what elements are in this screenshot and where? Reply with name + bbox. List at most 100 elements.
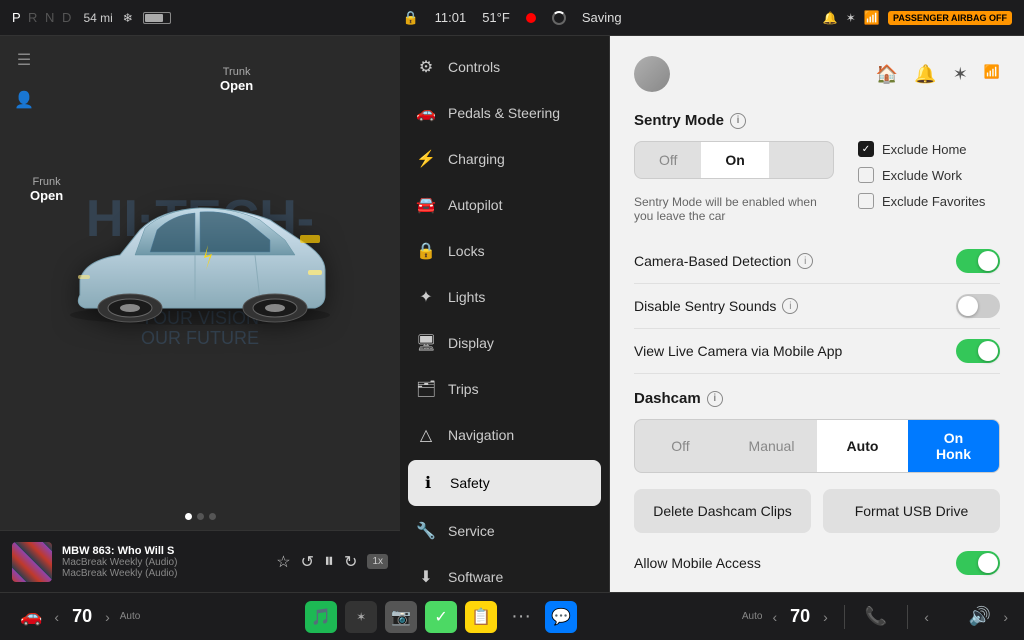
taskbar-left: 🚗 ‹ 70 › Auto <box>16 602 140 631</box>
nav-pedals-label: Pedals & Steering <box>448 105 560 121</box>
messages-app[interactable]: 💬 <box>545 601 577 633</box>
trunk-label: Trunk Open <box>220 66 253 93</box>
profile-avatar[interactable] <box>634 56 670 92</box>
sentry-exclusions: ✓ Exclude Home Exclude Work Exclude Favo… <box>858 141 985 209</box>
bluetooth-app[interactable]: ✶ <box>345 601 377 633</box>
sounds-info-icon[interactable]: i <box>782 298 798 314</box>
sentry-off-btn[interactable]: Off <box>635 142 701 178</box>
play-pause-button[interactable]: ⏸ <box>324 550 334 573</box>
profile-row: 🏠 🔔 ✶ 📶 <box>634 56 1000 92</box>
dashcam-auto-btn[interactable]: Auto <box>817 420 908 472</box>
track-artist: MacBreak Weekly (Audio) <box>62 557 266 568</box>
camera-app[interactable]: 📷 <box>385 601 417 633</box>
camera-info-icon[interactable]: i <box>797 253 813 269</box>
speed-right-down[interactable]: ‹ <box>772 609 777 625</box>
exclude-work-checkbox[interactable] <box>858 167 874 183</box>
speed-left-down[interactable]: ‹ <box>54 609 59 625</box>
phone-icon[interactable]: 📞 <box>861 602 891 631</box>
bluetooth-profile-icon[interactable]: ✶ <box>953 64 968 85</box>
lte-signal: 📶 <box>984 64 1000 85</box>
speed-badge[interactable]: 1x <box>367 554 388 569</box>
volume-up[interactable]: › <box>1003 609 1008 625</box>
nav-locks[interactable]: 🔒 Locks <box>400 228 609 274</box>
sentry-sounds-label: Disable Sentry Sounds i <box>634 298 798 314</box>
nav-navigation[interactable]: △ Navigation <box>400 412 609 458</box>
sentry-info-icon[interactable]: i <box>730 113 746 129</box>
nav-service[interactable]: 🔧 Service <box>400 508 609 554</box>
nav-trips-label: Trips <box>448 381 479 397</box>
dashcam-off-btn[interactable]: Off <box>635 420 726 472</box>
status-bar: P R N D 54 mi ❄ 🔒 11:01 51°F Saving 🔔 ✶ … <box>0 0 1024 36</box>
volume-icon[interactable]: 🔊 <box>965 602 995 631</box>
fast-forward-button[interactable]: ↻ <box>344 552 357 572</box>
nav-charging[interactable]: ⚡ Charging <box>400 136 609 182</box>
exclude-home-checkbox[interactable]: ✓ <box>858 141 874 157</box>
live-camera-toggle[interactable] <box>956 339 1000 363</box>
camera-detection-toggle[interactable] <box>956 249 1000 273</box>
nav-controls[interactable]: ⚙ Controls <box>400 44 609 90</box>
nav-software-label: Software <box>448 569 503 585</box>
sentry-mode-toggle[interactable]: Off On <box>634 141 834 179</box>
sentry-sounds-toggle[interactable] <box>956 294 1000 318</box>
service-icon: 🔧 <box>416 521 436 541</box>
nav-lights[interactable]: ✦ Lights <box>400 274 609 320</box>
speed-left-up[interactable]: › <box>105 609 110 625</box>
camera-detection-row: Camera-Based Detection i <box>634 239 1000 284</box>
nav-autopilot[interactable]: 🚘 Autopilot <box>400 182 609 228</box>
battery-range: 54 mi <box>83 11 112 25</box>
live-camera-label: View Live Camera via Mobile App <box>634 343 842 359</box>
dashcam-section: Dashcam i Off Manual Auto On Honk Delete… <box>634 390 1000 589</box>
bluetooth-icon: ❄ <box>123 11 133 25</box>
exclude-home-row[interactable]: ✓ Exclude Home <box>858 141 985 157</box>
dashcam-manual-btn[interactable]: Manual <box>726 420 817 472</box>
mobile-access-label: Allow Mobile Access <box>634 555 761 571</box>
bell-profile-icon[interactable]: 🔔 <box>914 64 936 85</box>
gear-selector[interactable]: P R N D <box>12 10 73 25</box>
speed-right-up[interactable]: › <box>823 609 828 625</box>
favorite-button[interactable]: ☆ <box>276 552 290 572</box>
dot-2[interactable] <box>197 513 204 520</box>
pedals-icon: 🚗 <box>416 103 436 123</box>
dot-3[interactable] <box>209 513 216 520</box>
speed-right-value: 70 <box>785 606 815 627</box>
volume-down[interactable]: ‹ <box>924 609 929 625</box>
gear-p[interactable]: P <box>12 10 22 25</box>
status-center: 🔒 11:01 51°F Saving <box>212 10 812 26</box>
nav-locks-label: Locks <box>448 243 485 259</box>
exclude-favorites-row[interactable]: Exclude Favorites <box>858 193 985 209</box>
delete-dashcam-button[interactable]: Delete Dashcam Clips <box>634 489 811 533</box>
nav-safety-label: Safety <box>450 475 490 491</box>
nav-display[interactable]: 🖥 Display <box>400 320 609 366</box>
status-right: 🔔 ✶ 📶 PASSENGER AIRBAG OFF <box>812 10 1012 26</box>
nav-software[interactable]: ⬇ Software <box>400 554 609 592</box>
temperature: 51°F <box>482 10 510 25</box>
carousel-dots <box>0 503 400 530</box>
car-icon[interactable]: 🚗 <box>16 602 46 631</box>
saving-spinner <box>552 11 566 25</box>
bluetooth-icon-header: ✶ <box>846 11 856 25</box>
sentry-toggle-section: Off On Sentry Mode will be enabled when … <box>634 141 834 223</box>
home-icon[interactable]: 🏠 <box>876 64 898 85</box>
rewind-button[interactable]: ↺ <box>301 552 314 572</box>
exclude-favorites-checkbox[interactable] <box>858 193 874 209</box>
notes-app[interactable]: 📋 <box>465 601 497 633</box>
mobile-access-toggle[interactable] <box>956 551 1000 575</box>
dashcam-info-icon[interactable]: i <box>707 391 723 407</box>
nav-pedals[interactable]: 🚗 Pedals & Steering <box>400 90 609 136</box>
tasks-app[interactable]: ✓ <box>425 601 457 633</box>
dashcam-onhonk-btn[interactable]: On Honk <box>908 420 999 472</box>
nav-safety[interactable]: ℹ Safety <box>408 460 601 506</box>
dot-1[interactable] <box>185 513 192 520</box>
autopilot-icon: 🚘 <box>416 195 436 215</box>
speed-left-value: 70 <box>67 606 97 627</box>
sentry-on-btn[interactable]: On <box>701 142 768 178</box>
nav-trips[interactable]: 🗂 Trips <box>400 366 609 412</box>
bell-icon: 🔔 <box>823 11 838 25</box>
sentry-sounds-row: Disable Sentry Sounds i <box>634 284 1000 329</box>
more-apps[interactable]: ··· <box>505 601 537 633</box>
track-title: MBW 863: Who Will S <box>62 545 266 557</box>
exclude-work-row[interactable]: Exclude Work <box>858 167 985 183</box>
format-usb-button[interactable]: Format USB Drive <box>823 489 1000 533</box>
spotify-app[interactable]: 🎵 <box>305 601 337 633</box>
dashcam-mode-toggle[interactable]: Off Manual Auto On Honk <box>634 419 1000 473</box>
